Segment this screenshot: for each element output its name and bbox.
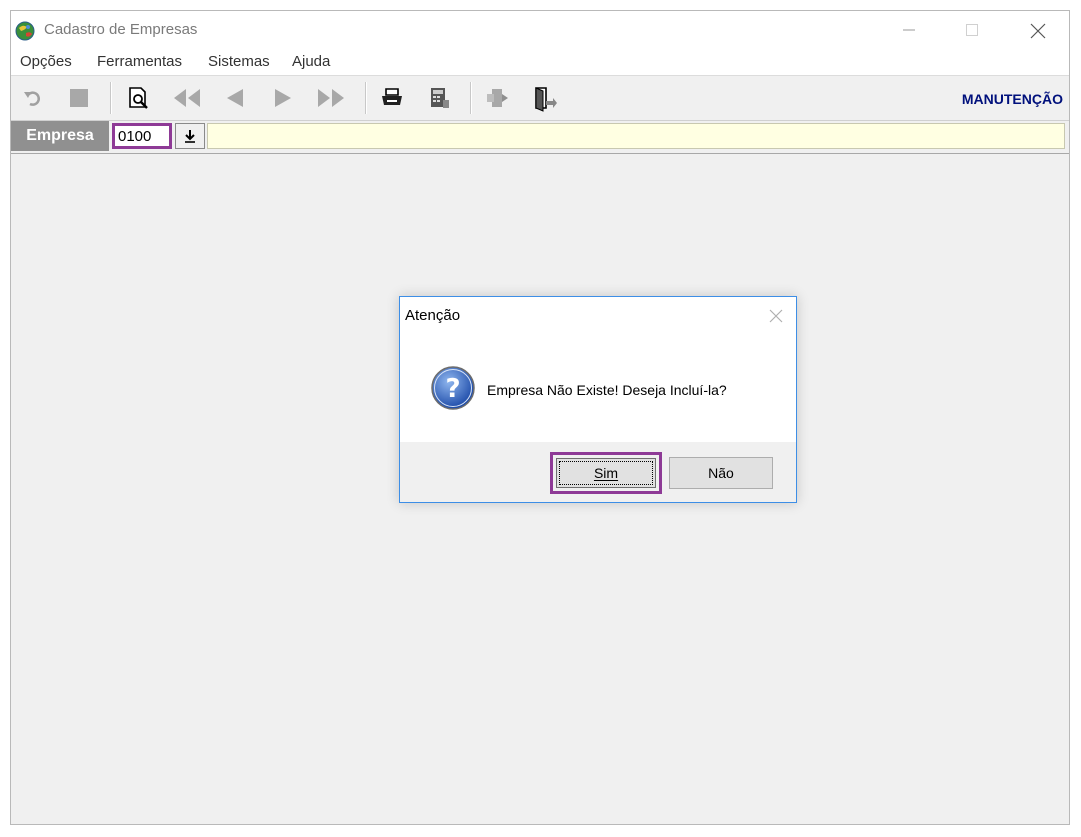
export-button[interactable] bbox=[481, 84, 513, 112]
stop-button[interactable] bbox=[63, 84, 95, 112]
maximize-icon bbox=[966, 24, 978, 36]
menu-bar: Opções Ferramentas Sistemas Ajuda bbox=[11, 49, 1069, 76]
previous-record-button[interactable] bbox=[219, 84, 251, 112]
last-record-icon bbox=[318, 89, 344, 107]
stop-icon bbox=[70, 89, 88, 107]
menu-sistemas[interactable]: Sistemas bbox=[208, 53, 270, 70]
undo-button[interactable] bbox=[17, 84, 49, 112]
toolbar-separator bbox=[110, 82, 112, 114]
previous-record-icon bbox=[227, 89, 243, 107]
title-bar[interactable]: Cadastro de Empresas bbox=[11, 11, 1069, 49]
exit-button[interactable] bbox=[528, 84, 560, 112]
calculator-button[interactable] bbox=[423, 84, 455, 112]
menu-ajuda[interactable]: Ajuda bbox=[292, 53, 330, 70]
question-icon: ? bbox=[431, 366, 475, 410]
empresa-label: Empresa bbox=[11, 121, 109, 151]
preview-icon bbox=[129, 87, 148, 109]
calculator-icon bbox=[431, 88, 449, 108]
close-icon bbox=[769, 309, 783, 323]
yes-button-label: Sim bbox=[593, 465, 619, 481]
dialog-message: Empresa Não Existe! Deseja Incluí-la? bbox=[487, 382, 727, 398]
menu-opcoes[interactable]: Opções bbox=[20, 53, 72, 70]
minimize-icon bbox=[903, 29, 915, 31]
no-button[interactable]: Não bbox=[669, 457, 773, 489]
next-record-button[interactable] bbox=[267, 84, 299, 112]
empresa-code-input[interactable] bbox=[112, 123, 172, 149]
svg-text:?: ? bbox=[445, 374, 460, 404]
confirm-dialog: Atenção ? Empresa Não Existe! Deseja Inc… bbox=[399, 296, 797, 503]
empresa-lookup-button[interactable] bbox=[175, 123, 205, 149]
yes-button[interactable]: Sim bbox=[556, 458, 656, 488]
dialog-close-button[interactable] bbox=[768, 308, 784, 324]
last-record-button[interactable] bbox=[315, 84, 347, 112]
export-icon bbox=[487, 89, 508, 107]
empresa-description-field bbox=[207, 123, 1065, 149]
minimize-button[interactable] bbox=[886, 15, 932, 45]
download-arrow-icon bbox=[185, 130, 195, 143]
mode-label: MANUTENÇÃO bbox=[961, 91, 1063, 107]
toolbar-separator bbox=[365, 82, 367, 114]
preview-button[interactable] bbox=[123, 84, 155, 112]
first-record-button[interactable] bbox=[171, 84, 203, 112]
dialog-title: Atenção bbox=[405, 307, 461, 324]
print-button[interactable] bbox=[376, 84, 408, 112]
close-button[interactable] bbox=[1015, 15, 1061, 45]
yes-button-highlight: Sim bbox=[550, 452, 662, 494]
menu-ferramentas[interactable]: Ferramentas bbox=[97, 53, 182, 70]
next-record-icon bbox=[275, 89, 291, 107]
window-title: Cadastro de Empresas bbox=[44, 21, 198, 38]
toolbar-separator bbox=[470, 82, 472, 114]
app-globe-icon bbox=[15, 21, 35, 41]
print-icon bbox=[382, 88, 402, 105]
undo-icon bbox=[24, 91, 40, 106]
maximize-button[interactable] bbox=[949, 15, 995, 45]
toolbar: MANUTENÇÃO bbox=[11, 76, 1069, 121]
close-icon bbox=[1030, 23, 1046, 39]
dialog-body: Atenção ? Empresa Não Existe! Deseja Inc… bbox=[400, 297, 796, 442]
empresa-field-row: Empresa bbox=[11, 121, 1069, 151]
no-button-label: Não bbox=[708, 465, 734, 481]
exit-door-icon bbox=[535, 87, 557, 112]
first-record-icon bbox=[174, 89, 200, 107]
